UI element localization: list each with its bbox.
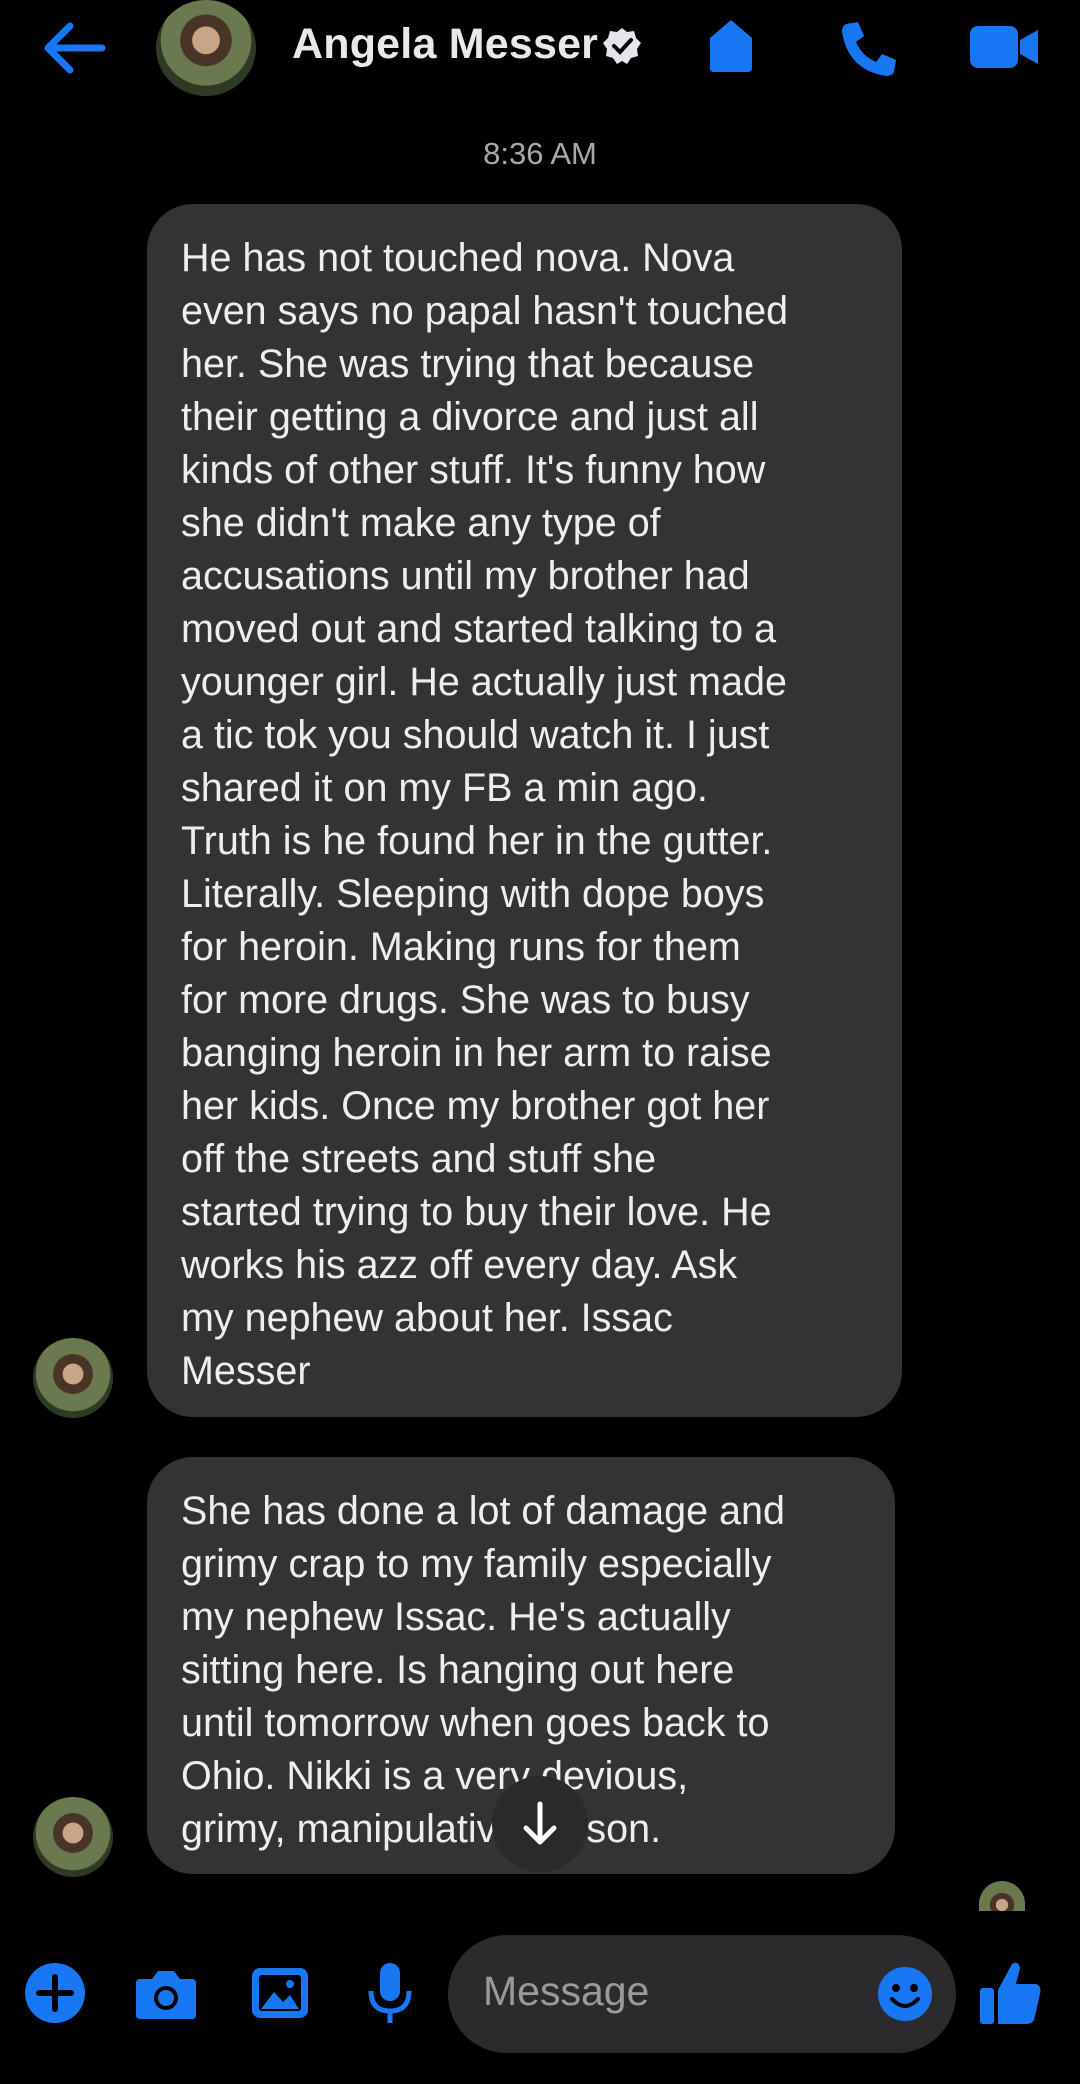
plus-icon [25, 1963, 85, 2023]
camera-icon [136, 1971, 196, 2019]
shield-button[interactable] [706, 16, 756, 76]
message-text: He has not touched nova. Nova even says … [181, 236, 789, 1393]
audio-call-button[interactable] [836, 18, 900, 78]
voice-message-button[interactable] [358, 1961, 422, 2025]
sender-avatar[interactable] [33, 1338, 113, 1418]
shield-icon [710, 20, 752, 72]
contact-avatar[interactable] [156, 0, 256, 96]
scroll-to-bottom-button[interactable] [492, 1776, 588, 1872]
back-button[interactable] [40, 18, 110, 78]
sender-avatar[interactable] [33, 1797, 113, 1877]
message-bubble[interactable]: He has not touched nova. Nova even says … [147, 204, 902, 1417]
message-input[interactable]: Message [448, 1935, 956, 2053]
gallery-button[interactable] [248, 1961, 312, 2025]
back-arrow-icon [44, 22, 106, 74]
phone-icon [842, 22, 896, 76]
video-camera-icon [970, 26, 1038, 68]
contact-name[interactable]: Angela Messer [292, 20, 598, 69]
camera-button[interactable] [134, 1961, 198, 2025]
emoji-button[interactable] [876, 1965, 934, 2023]
more-actions-button[interactable] [23, 1961, 87, 2025]
seen-receipt-avatar [979, 1881, 1025, 1911]
emoji-icon [878, 1967, 932, 2021]
thumbs-up-icon [980, 1962, 1041, 2024]
gallery-icon [252, 1968, 308, 2018]
message-timestamp: 8:36 AM [483, 136, 597, 171]
verified-badge-icon [602, 26, 642, 66]
message-placeholder: Message [483, 1968, 650, 2014]
like-button[interactable] [978, 1958, 1044, 2028]
arrow-down-icon [523, 1801, 557, 1845]
microphone-icon [368, 1963, 412, 2023]
video-call-button[interactable] [968, 22, 1040, 72]
